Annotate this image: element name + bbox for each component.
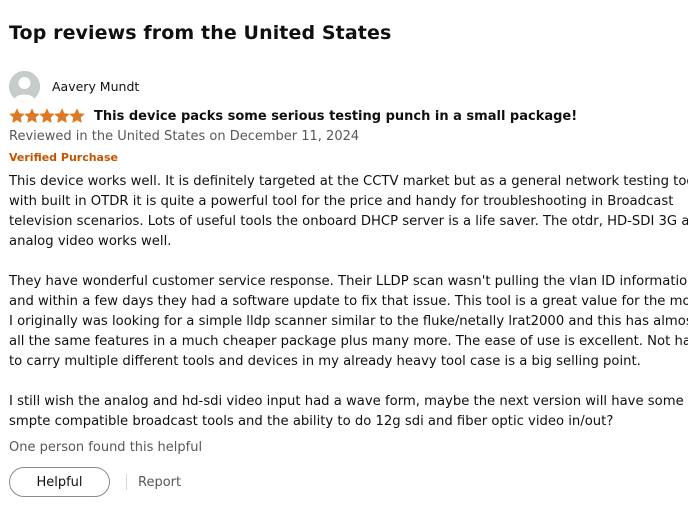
reviewer-profile[interactable]: Aavery Mundt bbox=[9, 70, 139, 102]
star-icon bbox=[9, 108, 25, 123]
review-title[interactable]: This device packs some serious testing p… bbox=[94, 109, 577, 124]
review-title-row[interactable]: This device packs some serious testing p… bbox=[9, 108, 577, 124]
review-text-line: They have wonderful customer service res… bbox=[9, 274, 688, 289]
review-text-line: television scenarios. Lots of useful too… bbox=[9, 214, 688, 229]
verified-purchase-badge[interactable]: Verified Purchase bbox=[9, 151, 118, 164]
review-text-line: I originally was looking for a simple ll… bbox=[9, 314, 688, 329]
star-icon bbox=[54, 108, 70, 123]
review-text-line: to carry multiple different tools and de… bbox=[9, 354, 641, 369]
helpful-button[interactable]: Helpful bbox=[9, 467, 110, 497]
report-link[interactable]: Report bbox=[138, 475, 181, 490]
review-paragraph: They have wonderful customer service res… bbox=[9, 272, 688, 372]
star-rating[interactable] bbox=[9, 108, 85, 124]
avatar-icon bbox=[9, 70, 40, 102]
review-body: This device works well. It is definitely… bbox=[9, 172, 688, 452]
review-date: Reviewed in the United States on Decembe… bbox=[9, 129, 360, 144]
star-icon bbox=[24, 108, 40, 123]
section-title: Top reviews from the United States bbox=[9, 22, 392, 44]
review-text-line: smpte compatible broadcast tools and the… bbox=[9, 414, 614, 429]
review-paragraph: This device works well. It is definitely… bbox=[9, 172, 688, 252]
review-text-line: with built in OTDR it is quite a powerfu… bbox=[9, 194, 674, 209]
review-paragraph: I still wish the analog and hd-sdi video… bbox=[9, 392, 685, 432]
review-text-line: This device works well. It is definitely… bbox=[9, 174, 688, 189]
star-icon bbox=[69, 108, 85, 123]
reviewer-name[interactable]: Aavery Mundt bbox=[52, 79, 139, 94]
review-actions: Helpful Report bbox=[9, 467, 181, 497]
review-text-line: all the same features in a much cheaper … bbox=[9, 334, 688, 349]
helpful-count: One person found this helpful bbox=[9, 440, 203, 455]
star-icon bbox=[39, 108, 55, 123]
review-text-line: analog video works well. bbox=[9, 234, 172, 249]
review-text-line: I still wish the analog and hd-sdi video… bbox=[9, 394, 684, 409]
review-text-line: and within a few days they had a softwar… bbox=[9, 294, 688, 309]
divider bbox=[126, 474, 127, 490]
